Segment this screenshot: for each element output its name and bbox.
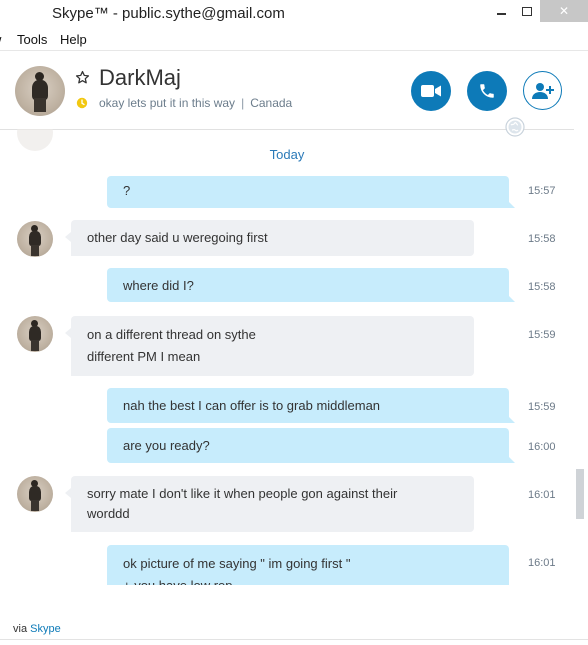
menu-item-view[interactable]: w [0,32,1,47]
message-timestamp: 16:01 [528,489,556,501]
contact-name: DarkMaj [99,65,181,90]
message-text: different PM I mean [87,349,201,364]
add-people-button[interactable] [523,71,562,110]
maximize-button[interactable] [514,0,540,22]
message-text: on a different thread on sythe [87,327,256,342]
message-timestamp: 16:01 [528,557,556,569]
message-text: where did I? [123,278,194,293]
message-bubble-outgoing[interactable]: nah the best I can offer is to grab midd… [107,388,515,423]
close-button[interactable]: ✕ [540,0,588,22]
message-text: + you have low rep [123,575,493,585]
message-text: other day said u weregoing first [87,230,268,245]
message-timestamp: 15:59 [528,329,556,341]
message-text: sorry mate I don't like it when people g… [87,486,398,501]
message-text: ? [123,183,131,198]
chat-scrollbar[interactable] [574,129,588,585]
message-bubble-outgoing[interactable]: where did I? [107,268,515,302]
window-title-bar: Skype™ - public.sythe@gmail.com ✕ [0,0,588,30]
video-call-icon [421,85,441,97]
message-bubble-outgoing[interactable]: ok picture of me saying " im going first… [107,545,509,585]
mood-separator: | [241,96,245,110]
message-timestamp: 15:58 [528,233,556,245]
message-timestamp: 15:58 [528,281,556,293]
via-skype-link[interactable]: Skype [30,623,61,635]
contact-avatar[interactable] [15,66,65,116]
message-avatar[interactable] [17,221,53,257]
close-icon: ✕ [558,4,570,18]
day-separator: Today [269,147,305,162]
video-call-button[interactable] [411,71,451,111]
message-timestamp: 15:59 [528,401,556,413]
menu-item-help[interactable]: Help [60,32,87,47]
contact-location: Canada [250,96,293,110]
message-bubble-incoming[interactable]: other day said u weregoing first [65,220,474,256]
message-text: nah the best I can offer is to grab midd… [123,398,381,413]
via-prefix: via [13,623,28,635]
minimize-icon [496,13,506,15]
window-title: Skype™ - public.sythe@gmail.com [52,5,285,22]
message-avatar[interactable] [17,476,53,512]
message-timestamp: 16:00 [528,441,556,453]
compose-footer: via Skype [0,585,588,645]
message-bubble-outgoing[interactable]: ? [107,176,515,208]
message-avatar[interactable] [17,316,53,352]
mood-status-icon [76,97,88,109]
message-timestamp: 15:57 [528,185,556,197]
message-bubble-incoming[interactable]: on a different thread on sythe different… [65,316,474,376]
via-label: via Skype [13,623,61,635]
message-bubble-incoming[interactable]: sorry mate I don't like it when people g… [65,476,474,532]
divider [0,639,588,640]
message-text: ok picture of me saying " im going first… [123,556,351,571]
star-icon[interactable] [75,70,90,85]
conversation-area[interactable]: Today ? 15:57 other day said u weregoing… [0,129,574,585]
message-text: worddd [87,506,130,521]
maximize-icon [522,6,532,16]
message-bubble-outgoing[interactable]: are you ready? [107,428,515,463]
mood-message: okay lets put it in this way [99,96,236,110]
mood-line: okay lets put it in this way | Canada [99,96,292,110]
audio-call-button[interactable] [467,71,507,111]
add-contact-icon [531,82,554,99]
menu-bar: w Tools Help [0,30,588,50]
message-text: are you ready? [123,438,210,453]
menu-item-tools[interactable]: Tools [17,32,47,47]
contact-header: DarkMaj okay lets put it in this way | Can… [0,50,588,130]
phone-icon [480,84,494,98]
minimize-button[interactable] [488,0,514,22]
scrollbar-thumb[interactable] [576,469,584,519]
